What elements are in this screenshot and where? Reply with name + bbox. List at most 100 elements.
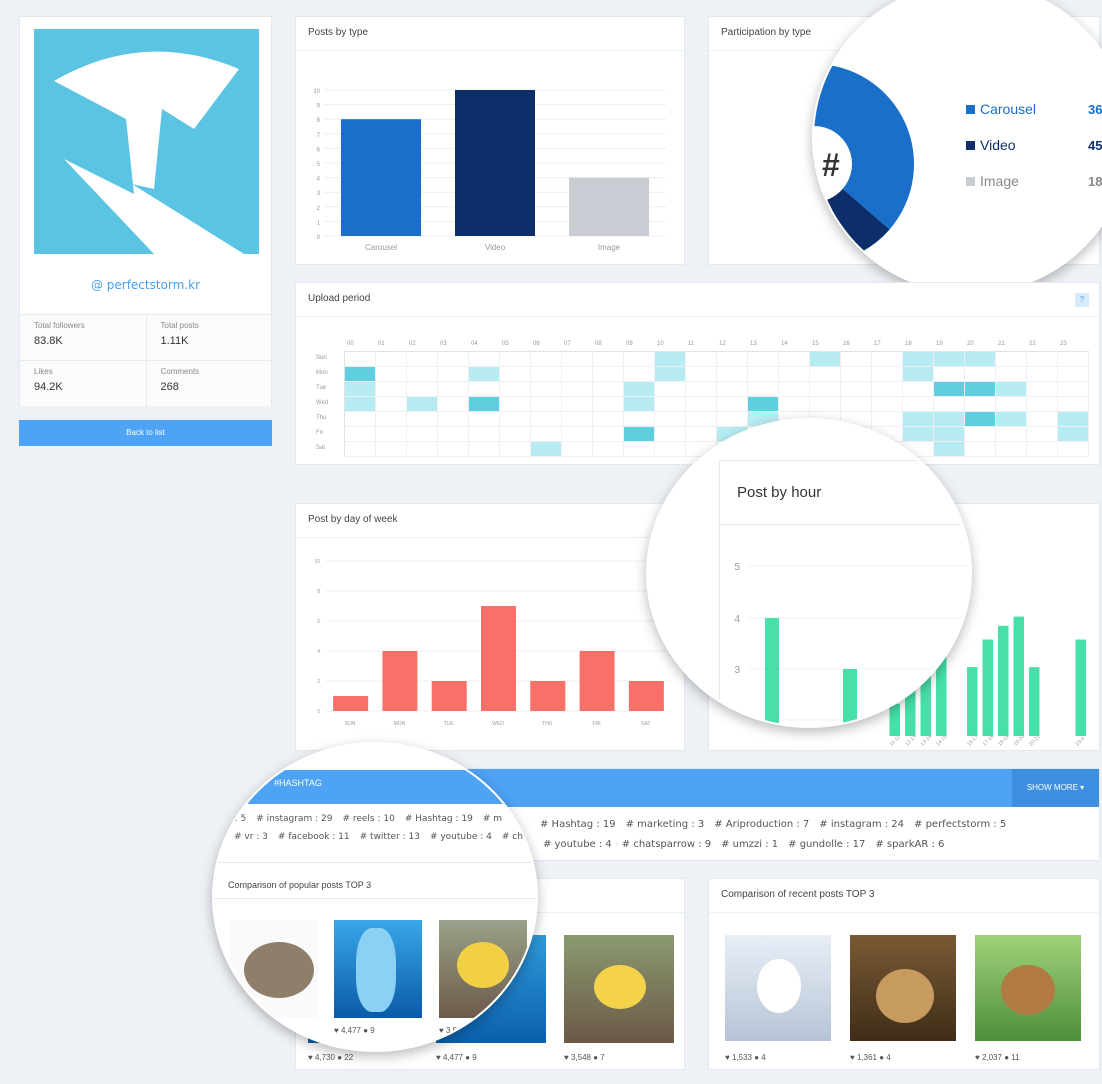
hashtag-item[interactable]: # Hashtag : 19: [405, 814, 473, 824]
hashtag-item[interactable]: # umzzi : 1: [721, 839, 778, 850]
heatmap-cell: [748, 397, 779, 412]
bar-mon: [382, 651, 418, 711]
recent-post-thumb-2[interactable]: [850, 935, 956, 1041]
hashtag-item[interactable]: # reels : 10: [342, 814, 394, 824]
heatmap-cell: [500, 352, 531, 367]
participation-zoom-lens: # Carousel 36% Video 45% Image 18%: [812, 0, 1102, 294]
heatmap-cell: [841, 367, 872, 382]
heatmap-cell: [686, 382, 717, 397]
hashtag-item[interactable]: # youtube : 4: [543, 839, 612, 850]
hashtag-item[interactable]: # facebook : 11: [278, 832, 350, 842]
day-of-week-chart: 1086420SUN MON TUE WED THU FRI SAT: [314, 559, 671, 727]
hashtag-item[interactable]: # youtube : 4: [430, 832, 492, 842]
hashtag-item[interactable]: # vr : 3: [234, 832, 268, 842]
legend-value: 45%: [1088, 138, 1102, 153]
hour-label: 04: [471, 341, 478, 347]
y-tick-label: 3: [317, 191, 321, 197]
y-tick-label: 4: [734, 614, 740, 625]
heatmap-cell: [407, 412, 438, 427]
heatmap-cell: [438, 367, 469, 382]
heatmap-cell: [500, 412, 531, 427]
heatmap-cell: [438, 352, 469, 367]
bar-video: [455, 90, 535, 236]
hashtag-item[interactable]: # chatsparrow : 9: [622, 839, 711, 850]
heatmap-cell: [779, 382, 810, 397]
heatmap-cell: [469, 412, 500, 427]
heatmap-cell: [872, 367, 903, 382]
popular-post-thumb-3[interactable]: [564, 935, 674, 1043]
hashtag-item[interactable]: # sparkAR : 6: [875, 839, 944, 850]
heatmap-cell: [903, 352, 934, 367]
day-label: Thu: [316, 415, 327, 421]
heatmap-cell: [376, 442, 407, 457]
heatmap-cell: [500, 427, 531, 442]
back-to-list-button[interactable]: Back to list: [19, 420, 272, 446]
heatmap-cell: [531, 352, 562, 367]
heatmap-cell: [345, 427, 376, 442]
heatmap-cell: [903, 382, 934, 397]
participation-donut-chart: # Carousel 36% Video 45% Image 18%: [814, 64, 1102, 264]
hour-label: 08: [595, 341, 602, 347]
hashtag-item[interactable]: # twitter : 13: [360, 832, 420, 842]
heatmap-cell: [717, 367, 748, 382]
hashtag-item[interactable]: # Ariproduction : 7: [714, 819, 809, 830]
heatmap-cell: [934, 397, 965, 412]
post-stats: ♥ 4,477 ● 9: [334, 1026, 375, 1035]
zoom-post-thumb-hedgehog[interactable]: [230, 920, 318, 1018]
post-stats: ♥ 4,477 ● 9: [436, 1053, 477, 1062]
hashtag-item[interactable]: # instagram : 24: [819, 819, 904, 830]
y-tick-label: 8: [317, 118, 321, 124]
hashtag-item[interactable]: # marketing : 3: [626, 819, 705, 830]
recent-post-thumb-1[interactable]: [725, 935, 831, 1041]
heatmap-cell: [1058, 442, 1089, 457]
help-button[interactable]: ?: [1075, 293, 1089, 307]
hour-bar-17-18: [982, 639, 993, 736]
zoom-post-thumb-dolphin[interactable]: [334, 920, 422, 1018]
hour-label: 16: [843, 341, 850, 347]
y-tick-label: 5: [317, 162, 321, 168]
hashtag-item[interactable]: # Hashtag : 19: [540, 819, 616, 830]
heatmap-cell: [903, 397, 934, 412]
heatmap-cell: [655, 352, 686, 367]
day-label: Fri: [316, 430, 323, 436]
heatmap-cell: [562, 397, 593, 412]
heatmap-cell: [779, 367, 810, 382]
y-tick-label: 10: [313, 89, 320, 95]
heatmap-cell: [624, 397, 655, 412]
bar-carousel: [341, 119, 421, 236]
hour-label: 13: [750, 341, 757, 347]
heatmap-cell: [655, 382, 686, 397]
heatmap-cell: [593, 352, 624, 367]
post-stats: ♥ 3,548 ● 7: [564, 1053, 605, 1062]
heatmap-cell: [1027, 412, 1058, 427]
post-stats: ♥ 4,730 ● 22: [308, 1053, 354, 1062]
day-label: Sat: [316, 445, 326, 451]
heatmap-cell: [934, 352, 965, 367]
hour-label: 18: [905, 341, 912, 347]
profile-handle[interactable]: @ perfectstorm.kr: [20, 278, 271, 292]
hashtag-item[interactable]: # gundolle : 17: [788, 839, 865, 850]
post-stats: ♥ 1,361 ● 4: [850, 1053, 891, 1062]
bar-fri: [579, 651, 615, 711]
show-more-button[interactable]: SHOW MORE ▾: [1012, 769, 1099, 807]
recent-posts-card: Comparison of recent posts TOP 3 ♥ 1,533…: [708, 878, 1100, 1070]
y-tick-label: 7: [317, 133, 321, 139]
hashtag-row-2: # youtube : 4 # chatsparrow : 9 # umzzi : …: [543, 839, 954, 850]
hashtag-item[interactable]: # instagram : 29: [256, 814, 332, 824]
hashtag-item[interactable]: r : 5: [228, 814, 246, 824]
hour-label: 14: [781, 341, 788, 347]
hashtag-item[interactable]: # chats: [502, 832, 536, 842]
post-stats: ♥ 1,533 ● 4: [725, 1053, 766, 1062]
hashtag-item[interactable]: # m: [483, 814, 502, 824]
hashtag-item[interactable]: # perfectstorm : 5: [914, 819, 1006, 830]
heatmap-cell: [376, 367, 407, 382]
zoom-post-thumb-chick[interactable]: [439, 920, 527, 1018]
heatmap-cell: [376, 352, 407, 367]
hour-label: 10: [657, 341, 664, 347]
recent-post-thumb-3[interactable]: [975, 935, 1081, 1041]
hour-bar-18-19: [998, 625, 1009, 736]
heatmap-cell: [996, 352, 1027, 367]
heatmap-cell: [965, 397, 996, 412]
heatmap-cell: [1027, 397, 1058, 412]
hour-bar-23-0: [1075, 639, 1086, 736]
